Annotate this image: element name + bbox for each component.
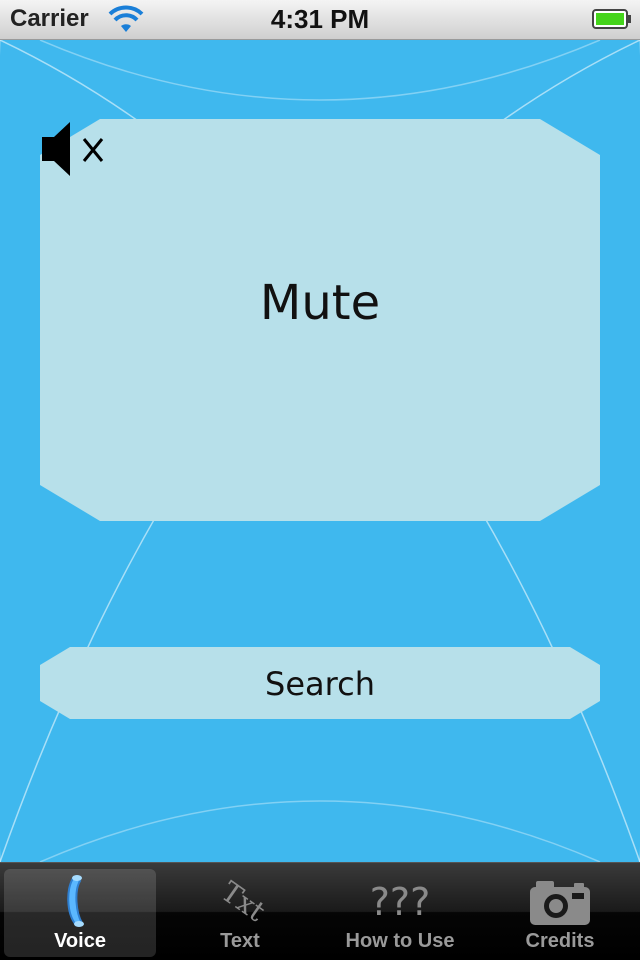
svg-text:???: ??? — [370, 880, 431, 924]
svg-text:Txt: Txt — [215, 875, 272, 929]
camera-icon — [530, 881, 590, 925]
tab-credits-label: Credits — [525, 930, 595, 952]
phone-handset-icon — [67, 875, 84, 927]
question-marks-icon: ??? — [370, 880, 431, 924]
mute-label: Mute — [259, 275, 381, 331]
tab-text[interactable]: Txt Text — [164, 869, 316, 957]
tab-how-to-use[interactable]: ??? How to Use — [324, 869, 476, 957]
tab-voice-label: Voice — [54, 930, 106, 952]
search-label: Search — [265, 665, 375, 703]
main-content: Mute Search — [0, 40, 640, 862]
mute-button[interactable]: Mute — [40, 119, 600, 521]
tab-bar: Voice Txt Text ??? How to Use Credits — [0, 862, 640, 960]
tab-text-label: Text — [220, 930, 260, 952]
status-bar: Carrier 4:31 PM — [0, 0, 640, 40]
status-time: 4:31 PM — [270, 4, 370, 34]
tab-how-to-use-label: How to Use — [345, 930, 455, 952]
search-button[interactable]: Search — [40, 647, 600, 719]
tab-credits[interactable]: Credits — [484, 869, 636, 957]
battery-icon — [592, 9, 631, 29]
txt-icon: Txt — [215, 875, 272, 929]
speaker-muted-icon — [42, 122, 104, 176]
tab-voice[interactable]: Voice — [4, 869, 156, 957]
